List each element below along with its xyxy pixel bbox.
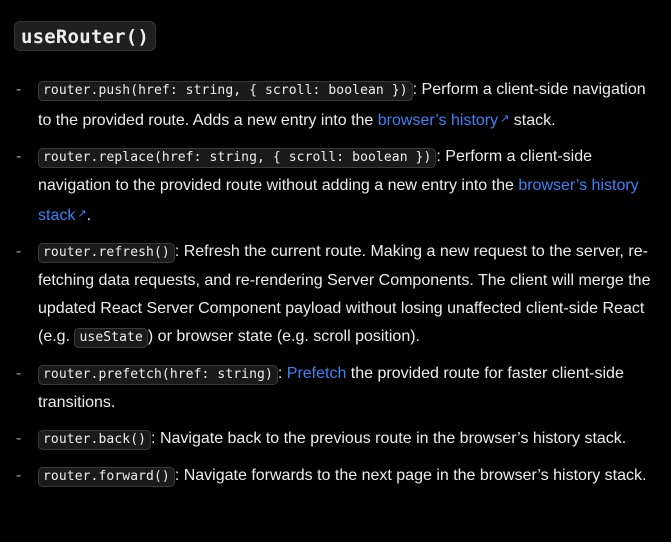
code-router-forward: router.forward() <box>38 467 175 487</box>
item-text: : Navigate back to the previous route in… <box>151 430 627 447</box>
list-bullet: - <box>16 467 22 484</box>
link-label: browser’s history <box>377 112 499 129</box>
external-link-icon: ↗ <box>500 113 510 125</box>
list-item-push: - router.push(href: string, { scroll: bo… <box>0 76 671 135</box>
code-router-prefetch: router.prefetch(href: string) <box>38 365 278 385</box>
list-bullet: - <box>16 243 22 260</box>
list-item-replace: - router.replace(href: string, { scroll:… <box>0 143 671 230</box>
item-text: stack. <box>509 112 556 129</box>
code-usestate: useState <box>74 328 148 348</box>
code-router-back: router.back() <box>38 430 152 450</box>
code-router-push: router.push(href: string, { scroll: bool… <box>38 81 413 101</box>
item-text: . <box>86 207 92 224</box>
list-bullet: - <box>16 365 22 382</box>
item-text: ) or browser state (e.g. scroll position… <box>147 328 420 345</box>
list-item-refresh: - router.refresh(): Refresh the current … <box>0 238 671 352</box>
method-list: - router.push(href: string, { scroll: bo… <box>0 76 671 499</box>
page-heading: useRouter() <box>14 21 157 51</box>
code-router-replace: router.replace(href: string, { scroll: b… <box>38 148 437 168</box>
link-browser-history[interactable]: browser’s history ↗ <box>378 112 510 129</box>
list-item-prefetch: - router.prefetch(href: string): Prefetc… <box>0 360 671 417</box>
list-bullet: - <box>16 81 22 98</box>
link-prefetch[interactable]: Prefetch <box>287 365 347 382</box>
list-item-forward: - router.forward(): Navigate forwards to… <box>0 462 671 491</box>
item-text: : Navigate forwards to the next page in … <box>174 467 647 484</box>
code-router-refresh: router.refresh() <box>38 243 175 263</box>
item-text: : <box>277 365 287 382</box>
external-link-icon: ↗ <box>77 208 87 220</box>
list-bullet: - <box>16 148 22 165</box>
list-item-back: - router.back(): Navigate back to the pr… <box>0 425 671 454</box>
list-bullet: - <box>16 430 22 447</box>
